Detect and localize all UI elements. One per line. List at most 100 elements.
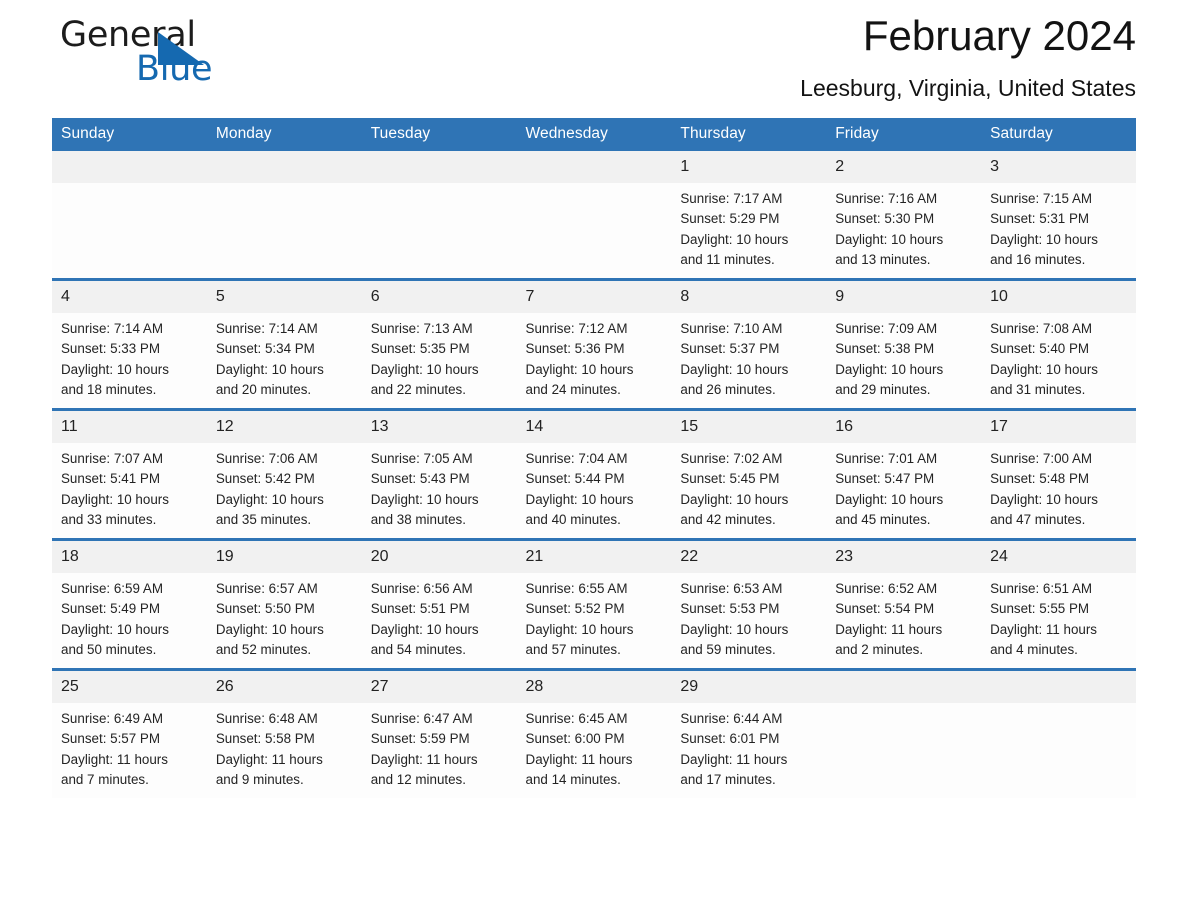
day-cell[interactable]: 9 Sunrise: 7:09 AM Sunset: 5:38 PM Dayli… <box>826 278 982 410</box>
sunset-text: Sunset: 5:49 PM <box>61 601 160 617</box>
sunrise-text: Sunrise: 6:57 AM <box>215 581 318 596</box>
sunset-text: Sunset: 5:47 PM <box>835 471 935 487</box>
day-number <box>516 151 672 183</box>
day-cell[interactable]: 8 Sunrise: 7:10 AM Sunset: 5:37 PM Dayli… <box>671 278 827 410</box>
sunset-text: Sunset: 5:57 PM <box>61 731 160 747</box>
daylight-text-cont: and 4 minutes. <box>990 642 1078 658</box>
day-cell[interactable]: 18 Sunrise: 6:59 AM Sunset: 5:49 PM Dayl… <box>52 538 207 670</box>
day-details: Sunrise: 6:53 AM Sunset: 5:53 PM Dayligh… <box>671 573 826 668</box>
day-cell[interactable]: 28 Sunrise: 6:45 AM Sunset: 6:00 PM Dayl… <box>516 668 672 798</box>
day-details: Sunrise: 6:59 AM Sunset: 5:49 PM Dayligh… <box>52 573 207 668</box>
day-cell[interactable]: 10 Sunrise: 7:08 AM Sunset: 5:40 PM Dayl… <box>981 278 1136 410</box>
day-cell[interactable]: 6 Sunrise: 7:13 AM Sunset: 5:35 PM Dayli… <box>361 278 517 410</box>
day-details: Sunrise: 7:10 AM Sunset: 5:37 PM Dayligh… <box>671 313 826 408</box>
day-cell[interactable]: 13 Sunrise: 7:05 AM Sunset: 5:43 PM Dayl… <box>361 408 517 540</box>
daylight-text: Daylight: 10 hours <box>680 231 789 247</box>
daylight-text-cont: and 13 minutes. <box>835 252 931 268</box>
day-cell[interactable]: 24 Sunrise: 6:51 AM Sunset: 5:55 PM Dayl… <box>981 538 1136 670</box>
daylight-text-cont: and 40 minutes. <box>525 512 621 528</box>
day-details: Sunrise: 7:15 AM Sunset: 5:31 PM Dayligh… <box>981 183 1136 278</box>
daylight-text-cont: and 7 minutes. <box>61 772 149 788</box>
sunset-text: Sunset: 5:48 PM <box>990 471 1090 487</box>
day-details: Sunrise: 7:05 AM Sunset: 5:43 PM Dayligh… <box>362 443 517 538</box>
day-cell[interactable]: 29 Sunrise: 6:44 AM Sunset: 6:01 PM Dayl… <box>671 668 827 798</box>
day-cell[interactable]: 25 Sunrise: 6:49 AM Sunset: 5:57 PM Dayl… <box>52 668 207 798</box>
day-number <box>206 151 362 183</box>
title-block: February 2024 Leesburg, Virginia, United… <box>800 10 1136 102</box>
day-cell[interactable]: 21 Sunrise: 6:55 AM Sunset: 5:52 PM Dayl… <box>516 538 672 670</box>
day-number: 13 <box>361 411 517 443</box>
daylight-text-cont: and 52 minutes. <box>215 642 312 658</box>
daylight-text: Daylight: 11 hours <box>990 621 1097 637</box>
sunset-text: Sunset: 5:44 PM <box>525 471 625 487</box>
day-number: 3 <box>981 151 1136 183</box>
day-cell[interactable]: 17 Sunrise: 7:00 AM Sunset: 5:48 PM Dayl… <box>981 408 1136 540</box>
weekday-header-sunday: Sunday <box>52 118 207 151</box>
sunrise-text: Sunrise: 7:15 AM <box>990 191 1093 206</box>
day-cell[interactable] <box>206 151 362 280</box>
day-cell[interactable]: 20 Sunrise: 6:56 AM Sunset: 5:51 PM Dayl… <box>361 538 517 670</box>
day-number: 27 <box>361 671 517 703</box>
day-cell[interactable]: 2 Sunrise: 7:16 AM Sunset: 5:30 PM Dayli… <box>826 151 982 280</box>
day-number: 1 <box>671 151 827 183</box>
sunrise-text: Sunrise: 7:02 AM <box>680 451 783 466</box>
daylight-text: Daylight: 10 hours <box>835 491 944 507</box>
sunset-text: Sunset: 5:40 PM <box>990 341 1090 357</box>
day-cell[interactable]: 11 Sunrise: 7:07 AM Sunset: 5:41 PM Dayl… <box>52 408 207 540</box>
daylight-text: Daylight: 11 hours <box>215 751 323 767</box>
day-cell[interactable]: 26 Sunrise: 6:48 AM Sunset: 5:58 PM Dayl… <box>206 668 362 798</box>
daylight-text: Daylight: 10 hours <box>990 231 1098 247</box>
sunrise-text: Sunrise: 7:04 AM <box>525 451 628 466</box>
sunrise-text: Sunrise: 7:06 AM <box>215 451 318 466</box>
day-cell[interactable]: 15 Sunrise: 7:02 AM Sunset: 5:45 PM Dayl… <box>671 408 827 540</box>
day-details: Sunrise: 7:04 AM Sunset: 5:44 PM Dayligh… <box>517 443 672 538</box>
daylight-text: Daylight: 10 hours <box>525 621 634 637</box>
daylight-text: Daylight: 11 hours <box>525 751 633 767</box>
day-details <box>826 703 981 798</box>
daylight-text-cont: and 9 minutes. <box>215 772 304 788</box>
day-details: Sunrise: 7:06 AM Sunset: 5:42 PM Dayligh… <box>207 443 362 538</box>
sunset-text: Sunset: 5:30 PM <box>835 211 935 227</box>
day-details: Sunrise: 6:45 AM Sunset: 6:00 PM Dayligh… <box>517 703 672 798</box>
page-header: General Blue February 2024 Leesburg, Vir… <box>52 0 1136 118</box>
sunrise-text: Sunrise: 7:09 AM <box>835 321 938 336</box>
day-details: Sunrise: 7:07 AM Sunset: 5:41 PM Dayligh… <box>52 443 207 538</box>
daylight-text: Daylight: 11 hours <box>370 751 478 767</box>
day-cell[interactable] <box>52 151 207 280</box>
day-number: 18 <box>52 541 207 573</box>
day-cell[interactable]: 19 Sunrise: 6:57 AM Sunset: 5:50 PM Dayl… <box>206 538 362 670</box>
day-details: Sunrise: 6:49 AM Sunset: 5:57 PM Dayligh… <box>52 703 207 798</box>
day-cell[interactable]: 7 Sunrise: 7:12 AM Sunset: 5:36 PM Dayli… <box>516 278 672 410</box>
day-cell[interactable]: 16 Sunrise: 7:01 AM Sunset: 5:47 PM Dayl… <box>826 408 982 540</box>
day-cell[interactable] <box>826 668 982 798</box>
day-cell[interactable]: 3 Sunrise: 7:15 AM Sunset: 5:31 PM Dayli… <box>981 151 1136 280</box>
day-cell[interactable] <box>516 151 672 280</box>
day-cell[interactable]: 1 Sunrise: 7:17 AM Sunset: 5:29 PM Dayli… <box>671 151 827 280</box>
day-details: Sunrise: 7:01 AM Sunset: 5:47 PM Dayligh… <box>826 443 981 538</box>
day-cell[interactable]: 5 Sunrise: 7:14 AM Sunset: 5:34 PM Dayli… <box>206 278 362 410</box>
daylight-text: Daylight: 10 hours <box>215 491 324 507</box>
sunrise-text: Sunrise: 6:47 AM <box>370 711 473 726</box>
day-cell[interactable]: 22 Sunrise: 6:53 AM Sunset: 5:53 PM Dayl… <box>671 538 827 670</box>
day-cell[interactable]: 4 Sunrise: 7:14 AM Sunset: 5:33 PM Dayli… <box>52 278 207 410</box>
daylight-text-cont: and 20 minutes. <box>215 382 312 398</box>
sunrise-text: Sunrise: 7:10 AM <box>680 321 783 336</box>
day-cell[interactable]: 23 Sunrise: 6:52 AM Sunset: 5:54 PM Dayl… <box>826 538 982 670</box>
day-cell[interactable] <box>981 668 1136 798</box>
day-details: Sunrise: 6:47 AM Sunset: 5:59 PM Dayligh… <box>362 703 517 798</box>
daylight-text: Daylight: 10 hours <box>215 361 324 377</box>
general-blue-logo[interactable]: General Blue <box>60 16 320 102</box>
day-cell[interactable] <box>361 151 517 280</box>
sunset-text: Sunset: 5:36 PM <box>525 341 625 357</box>
day-number <box>361 151 517 183</box>
day-cell[interactable]: 27 Sunrise: 6:47 AM Sunset: 5:59 PM Dayl… <box>361 668 517 798</box>
daylight-text-cont: and 50 minutes. <box>61 642 157 658</box>
day-cell[interactable]: 12 Sunrise: 7:06 AM Sunset: 5:42 PM Dayl… <box>206 408 362 540</box>
daylight-text-cont: and 29 minutes. <box>835 382 931 398</box>
sunrise-text: Sunrise: 7:14 AM <box>215 321 318 336</box>
day-cell[interactable]: 14 Sunrise: 7:04 AM Sunset: 5:44 PM Dayl… <box>516 408 672 540</box>
day-details: Sunrise: 6:44 AM Sunset: 6:01 PM Dayligh… <box>671 703 826 798</box>
sunset-text: Sunset: 5:33 PM <box>61 341 160 357</box>
day-details: Sunrise: 7:08 AM Sunset: 5:40 PM Dayligh… <box>981 313 1136 408</box>
calendar-page: General Blue February 2024 Leesburg, Vir… <box>0 0 1188 918</box>
